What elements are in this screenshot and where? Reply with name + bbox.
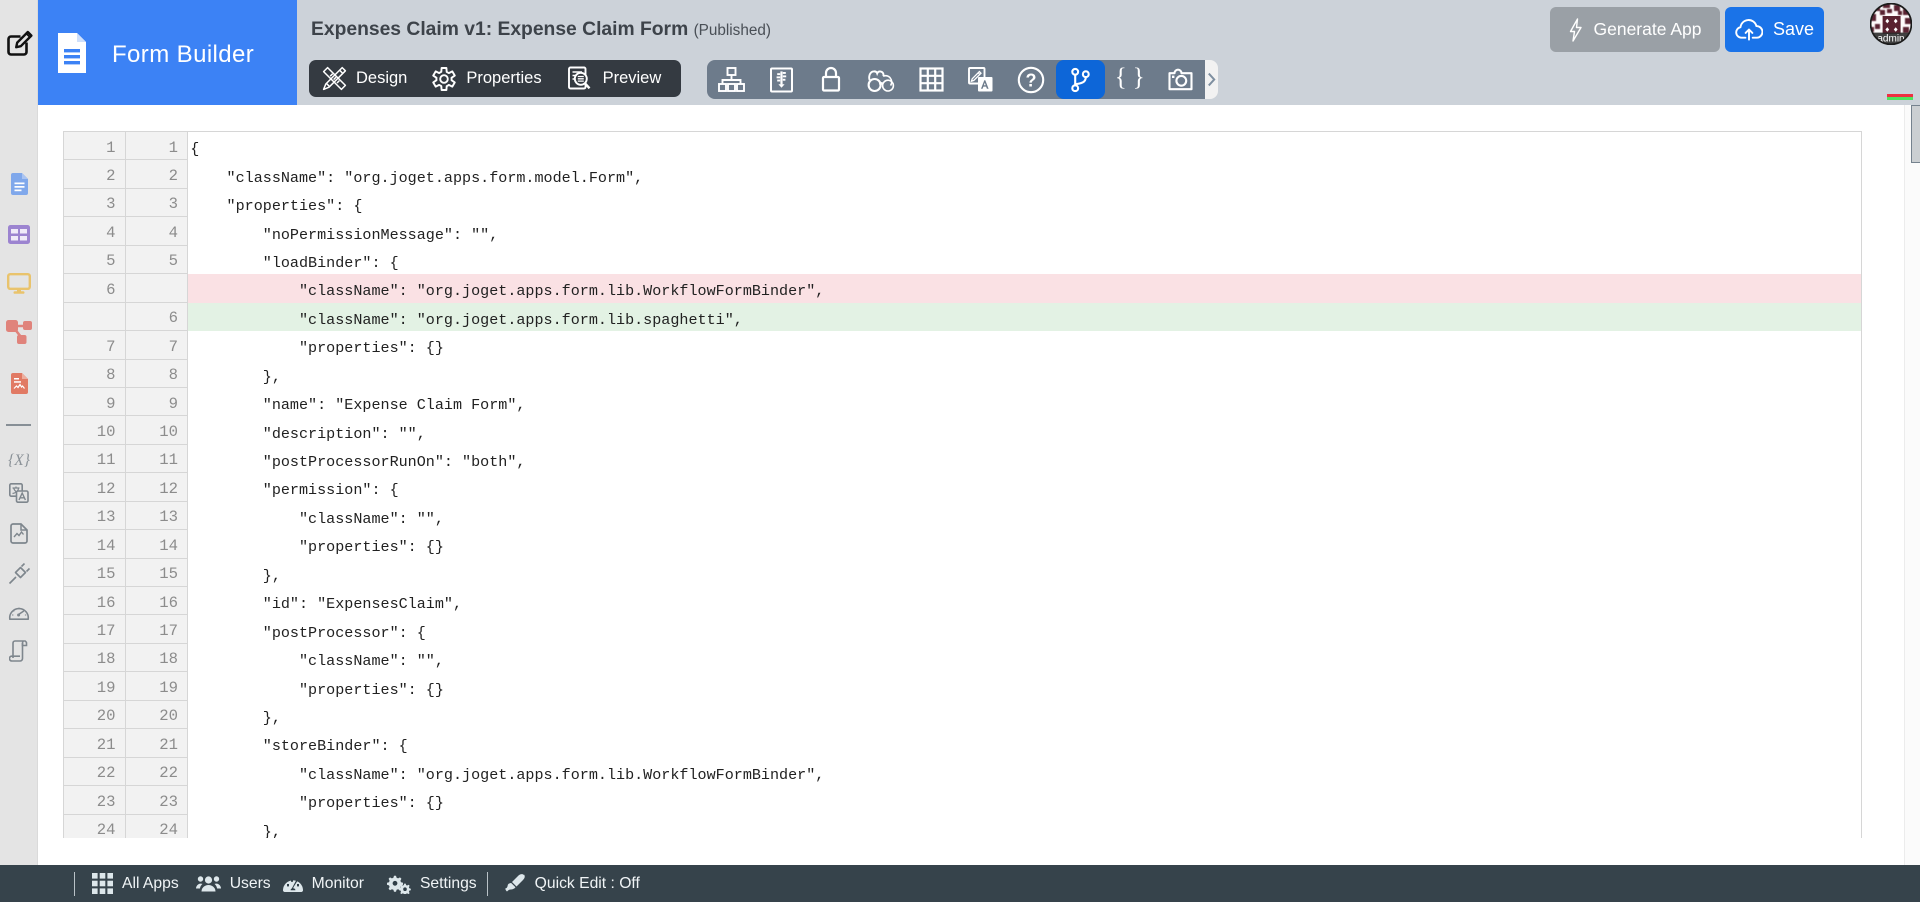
svg-text:?: ? <box>1025 70 1036 90</box>
